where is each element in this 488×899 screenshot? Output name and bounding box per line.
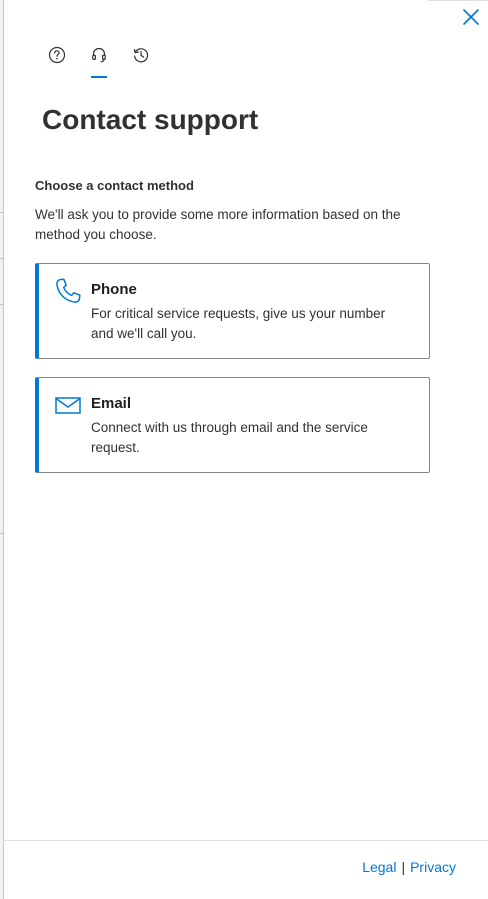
phone-option-title: Phone: [91, 281, 137, 298]
footer-divider: [3, 840, 488, 841]
headset-icon: [92, 47, 106, 63]
contact-method-heading: Choose a contact method: [35, 178, 194, 193]
mail-icon: [55, 397, 81, 414]
history-icon: [133, 48, 149, 63]
panel-top-edge: [428, 0, 488, 1]
phone-option-description: For critical service requests, give us y…: [91, 306, 386, 341]
close-button[interactable]: [458, 4, 484, 30]
page-title: Contact support: [42, 104, 259, 135]
tab-contact-support[interactable]: [78, 40, 120, 78]
footer-links: Legal | Privacy: [362, 859, 456, 875]
legal-link[interactable]: Legal: [362, 859, 396, 875]
phone-option[interactable]: Phone For critical service requests, giv…: [35, 263, 430, 359]
privacy-link[interactable]: Privacy: [410, 859, 456, 875]
tab-help[interactable]: [36, 40, 78, 78]
tab-history[interactable]: [120, 40, 162, 78]
support-tabs: [36, 40, 162, 78]
email-option-description: Connect with us through email and the se…: [91, 420, 368, 455]
email-option-title: Email: [91, 395, 132, 412]
close-icon: [463, 9, 479, 25]
help-icon: [48, 46, 66, 64]
contact-method-description: We'll ask you to provide some more infor…: [35, 207, 401, 242]
email-option[interactable]: Email Connect with us through email and …: [35, 377, 430, 473]
phone-icon: [56, 278, 81, 303]
footer-separator: |: [401, 859, 406, 875]
